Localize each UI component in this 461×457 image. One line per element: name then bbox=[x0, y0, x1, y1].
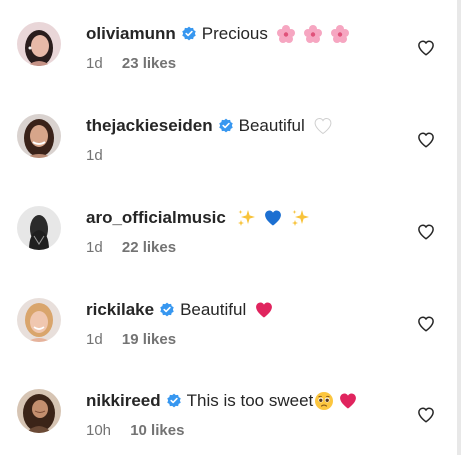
heart-outline-icon[interactable] bbox=[417, 223, 435, 241]
verified-badge-icon bbox=[182, 26, 196, 41]
sparkles-icon bbox=[291, 210, 309, 226]
avatar[interactable] bbox=[17, 114, 61, 158]
avatar[interactable] bbox=[17, 389, 61, 433]
cherry-blossom-icon bbox=[330, 25, 349, 43]
comment-body: aro_officialmusic 1d 22 likes bbox=[86, 207, 407, 256]
heart-outline-icon[interactable] bbox=[417, 406, 435, 424]
comment-username[interactable]: nikkireed bbox=[86, 390, 161, 412]
avatar[interactable] bbox=[17, 22, 61, 66]
heart-outline-icon[interactable] bbox=[417, 39, 435, 57]
comment-body: thejackieseiden Beautiful 1d bbox=[86, 115, 407, 164]
comment-text: Precious bbox=[201, 24, 268, 43]
comment-time[interactable]: 10h bbox=[86, 422, 111, 439]
verified-badge-icon bbox=[166, 393, 181, 408]
comment-text: Beautiful bbox=[238, 116, 305, 135]
comment-username[interactable]: rickilake bbox=[86, 299, 154, 321]
avatar[interactable] bbox=[17, 298, 61, 342]
comment-meta: 10h 10 likes bbox=[86, 422, 407, 439]
comment-body: oliviamunn Precious 1d 23 likes bbox=[86, 23, 407, 72]
red-heart-icon bbox=[340, 393, 357, 409]
verified-badge-icon bbox=[218, 118, 233, 133]
heart-outline-icon[interactable] bbox=[417, 315, 435, 333]
avatar[interactable] bbox=[17, 206, 61, 250]
blue-heart-icon bbox=[264, 210, 281, 226]
comment-username[interactable]: aro_officialmusic bbox=[86, 207, 226, 229]
sparkles-icon bbox=[237, 210, 255, 226]
comment-time[interactable]: 1d bbox=[86, 239, 103, 256]
comment-body: rickilake Beautiful 1d 19 likes bbox=[86, 299, 407, 348]
heart-outline-icon[interactable] bbox=[417, 131, 435, 149]
comment-likes[interactable]: 23 likes bbox=[122, 55, 176, 72]
comment-item: nikkireed This is too sweet 10h 10 likes bbox=[0, 367, 457, 457]
comment-body: nikkireed This is too sweet 10h 10 likes bbox=[86, 390, 407, 439]
comment-item: rickilake Beautiful 1d 19 likes bbox=[0, 276, 457, 366]
comment-meta: 1d 22 likes bbox=[86, 239, 407, 256]
comment-meta: 1d bbox=[86, 147, 407, 164]
comment-likes[interactable]: 19 likes bbox=[122, 331, 176, 348]
comment-time[interactable]: 1d bbox=[86, 147, 103, 164]
comment-meta: 1d 19 likes bbox=[86, 331, 407, 348]
comment-username[interactable]: oliviamunn bbox=[86, 23, 176, 45]
cherry-blossom-icon bbox=[303, 25, 322, 43]
red-heart-icon bbox=[256, 302, 273, 318]
comment-time[interactable]: 1d bbox=[86, 55, 103, 72]
comment-text: Beautiful bbox=[180, 300, 247, 319]
comment-username[interactable]: thejackieseiden bbox=[86, 115, 213, 137]
cherry-blossom-icon bbox=[276, 25, 295, 43]
comment-text: This is too sweet bbox=[186, 391, 314, 410]
comment-likes[interactable]: 10 likes bbox=[130, 422, 184, 439]
comment-likes[interactable]: 22 likes bbox=[122, 239, 176, 256]
comment-item: thejackieseiden Beautiful 1d bbox=[0, 92, 457, 182]
white-heart-icon bbox=[314, 117, 332, 135]
comment-meta: 1d 23 likes bbox=[86, 55, 407, 72]
pleading-face-icon bbox=[315, 392, 334, 410]
comment-time[interactable]: 1d bbox=[86, 331, 103, 348]
verified-badge-icon bbox=[160, 302, 174, 317]
comment-item: oliviamunn Precious 1d 23 likes bbox=[0, 0, 457, 90]
comment-item: aro_officialmusic 1d 22 likes bbox=[0, 184, 457, 274]
panel-edge bbox=[457, 0, 461, 455]
